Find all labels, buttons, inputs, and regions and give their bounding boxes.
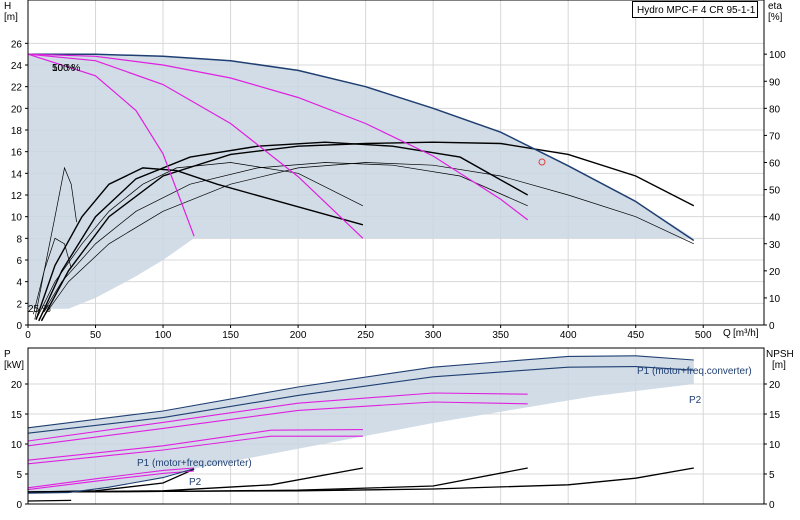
x-tick-label: 450 (627, 330, 644, 341)
top-y2-unit: [%] (768, 12, 783, 23)
bottom-y2-label: NPSH (766, 349, 794, 360)
top-x-label: Q (723, 328, 731, 339)
x-tick-label: 250 (357, 330, 374, 341)
y2-tick-label: 50 (769, 186, 781, 197)
pump-curve-chart: 0 50 100 150 200 250 300 350 400 450 500 024681012… (4, 0, 794, 511)
x-tick-label: 350 (492, 330, 509, 341)
annotation-50-percent: 50 % (52, 63, 75, 74)
bottom-y-tick-label: 10 (11, 440, 23, 451)
y-tick-label: 4 (16, 278, 22, 289)
y-tick-label: 16 (11, 148, 23, 159)
bottom-y-tick-label: 20 (11, 380, 23, 391)
y-tick-label: 2 (16, 299, 22, 310)
y-tick-label: 10 (11, 213, 23, 224)
y2-tick-label: 100 (769, 50, 786, 61)
y2-tick-label: 30 (769, 240, 781, 251)
bottom-y2-tick-label: 0 (769, 500, 775, 511)
top-y2-label: eta (768, 1, 782, 12)
y-tick-label: 14 (11, 169, 23, 180)
top-x-ticks: 0 50 100 150 200 250 300 350 400 450 500 (25, 325, 712, 341)
bottom-y2-ticks: 0 5 10 15 20 (764, 380, 781, 511)
y-tick-label: 24 (11, 61, 23, 72)
y2-tick-label: 0 (769, 321, 775, 332)
x-tick-label: 300 (425, 330, 442, 341)
x-tick-label: 400 (560, 330, 577, 341)
bottom-y-label: P (4, 349, 11, 360)
npsh-curve (27, 499, 72, 502)
top-y-label: H (4, 1, 11, 12)
bottom-y2-tick-label: 15 (769, 410, 781, 421)
annotation-p1-small: P1 (motor+freq.converter) (137, 458, 252, 469)
bottom-y-unit: [kW] (4, 360, 24, 371)
bottom-operating-envelope (28, 355, 694, 494)
bottom-y2-tick-label: 5 (769, 470, 775, 481)
y2-tick-label: 90 (769, 77, 781, 88)
y-tick-label: 20 (11, 104, 23, 115)
bottom-y2-unit: [m] (772, 360, 786, 371)
top-x-unit: [m³/h] (733, 328, 759, 339)
top-y2-ticks: 0 10 20 30 40 50 60 70 80 90 100 (764, 50, 786, 332)
top-y-ticks: 02468101214161820222426 (11, 39, 28, 332)
y-tick-label: 6 (16, 256, 22, 267)
bottom-y-ticks: 0 5 10 15 20 (11, 380, 28, 511)
x-tick-label: 200 (290, 330, 307, 341)
top-operating-envelope (28, 54, 694, 309)
y-tick-label: 22 (11, 83, 23, 94)
annotation-p2-large: P2 (689, 395, 702, 406)
y2-tick-label: 40 (769, 213, 781, 224)
bottom-y-tick-label: 15 (11, 410, 23, 421)
head-envelope-area (28, 54, 694, 309)
power-envelope-area (28, 355, 694, 494)
chart-title: Hydro MPC-F 4 CR 95-1-1 (632, 1, 758, 18)
y-tick-label: 0 (16, 321, 22, 332)
annotation-p1-large: P1 (motor+freq.converter) (637, 366, 752, 377)
x-tick-label: 500 (695, 330, 712, 341)
x-tick-label: 0 (25, 330, 31, 341)
y-tick-label: 12 (11, 191, 23, 202)
y2-tick-label: 10 (769, 294, 781, 305)
bottom-y2-tick-label: 20 (769, 380, 781, 391)
top-y-unit: [m] (4, 12, 18, 23)
annotation-p2-small: P2 (189, 477, 202, 488)
bottom-y2-tick-label: 10 (769, 440, 781, 451)
bottom-y-tick-label: 0 (16, 500, 22, 511)
x-tick-label: 50 (90, 330, 102, 341)
y2-tick-label: 70 (769, 131, 781, 142)
bottom-y-tick-label: 5 (16, 470, 22, 481)
annotation-25-percent: 25 % (28, 304, 51, 315)
x-tick-label: 150 (222, 330, 239, 341)
y2-tick-label: 80 (769, 104, 781, 115)
y-tick-label: 8 (16, 234, 22, 245)
y2-tick-label: 20 (769, 267, 781, 278)
y2-tick-label: 60 (769, 159, 781, 170)
y-tick-label: 26 (11, 39, 23, 50)
x-tick-label: 100 (155, 330, 172, 341)
y-tick-label: 18 (11, 126, 23, 137)
